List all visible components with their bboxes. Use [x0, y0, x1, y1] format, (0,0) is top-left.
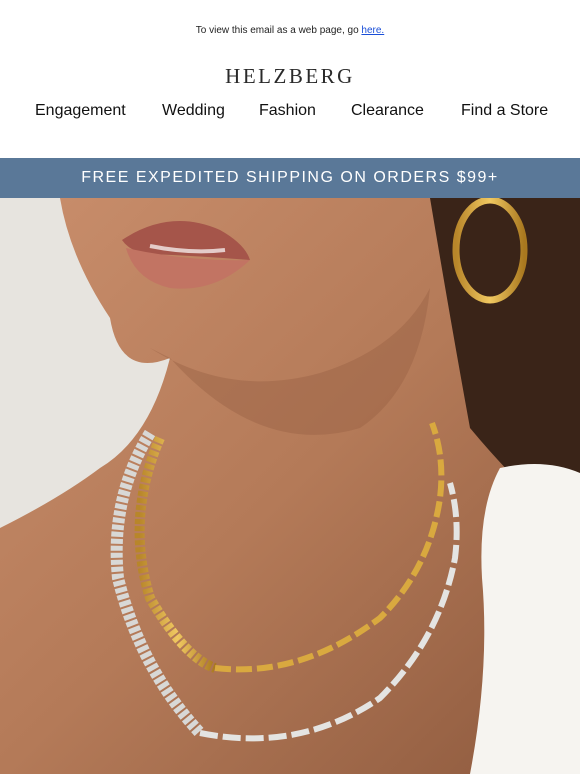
view-web-version-line: To view this email as a web page, go her… — [0, 0, 580, 45]
hero-illustration — [0, 198, 580, 774]
main-nav: Engagement Wedding Fashion Clearance Fin… — [0, 102, 580, 126]
hero-image[interactable] — [0, 198, 580, 774]
view-web-text: To view this email as a web page, go — [195, 25, 362, 36]
nav-wedding[interactable]: Wedding — [162, 102, 225, 120]
white-top — [470, 464, 580, 774]
helzberg-logo[interactable]: HELZBERG — [0, 63, 580, 89]
shipping-banner[interactable]: FREE EXPEDITED SHIPPING ON ORDERS $99+ — [0, 158, 580, 198]
nav-find-a-store[interactable]: Find a Store — [461, 102, 548, 120]
nav-fashion[interactable]: Fashion — [259, 102, 316, 120]
view-web-link[interactable]: here. — [361, 25, 384, 36]
nav-clearance[interactable]: Clearance — [351, 102, 424, 120]
nav-engagement[interactable]: Engagement — [35, 102, 126, 120]
